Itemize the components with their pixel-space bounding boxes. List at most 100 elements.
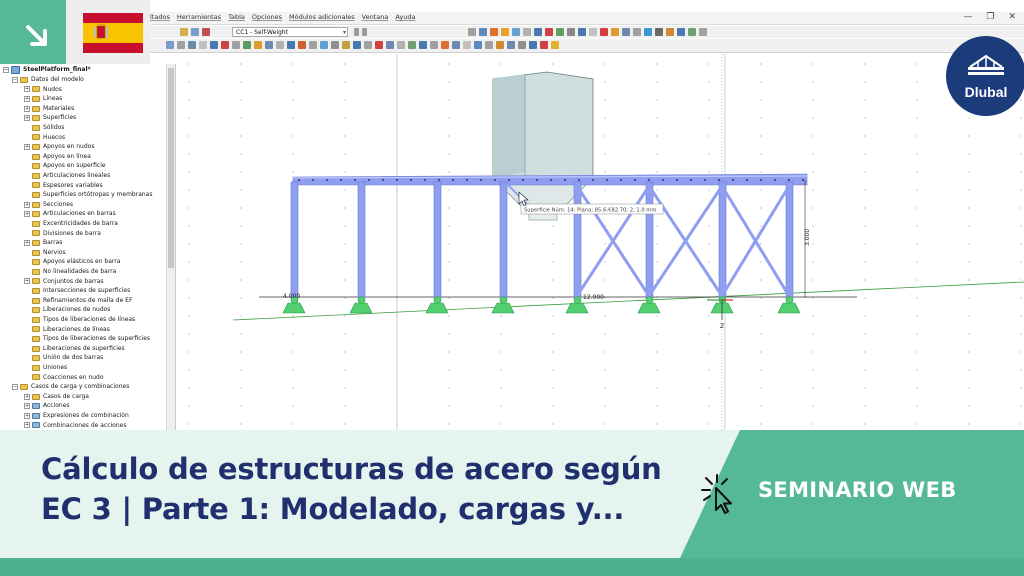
- menu-item-ayuda[interactable]: Ayuda: [395, 13, 415, 21]
- expand-icon[interactable]: +: [24, 143, 30, 150]
- tree-item[interactable]: + Líneas: [24, 94, 62, 104]
- tree-item[interactable]: Espesores variables: [24, 181, 103, 191]
- save-icon[interactable]: [191, 28, 199, 36]
- tool-icon-10[interactable]: [567, 28, 575, 36]
- view-icon-15[interactable]: [320, 41, 328, 49]
- tree-item[interactable]: Divisiones de barra: [24, 229, 101, 239]
- expand-icon[interactable]: +: [24, 403, 30, 410]
- view-icon-25[interactable]: [430, 41, 438, 49]
- tool-icon-16[interactable]: [633, 28, 641, 36]
- tool-icon-11[interactable]: [578, 28, 586, 36]
- menu-item-herramientas[interactable]: Herramientas: [177, 13, 221, 21]
- tree-item[interactable]: Apoyos en línea: [24, 152, 91, 162]
- tree-item[interactable]: + Articulaciones en barras: [24, 209, 116, 219]
- close-button[interactable]: ✕: [1008, 12, 1016, 22]
- tool-icon-12[interactable]: [589, 28, 597, 36]
- tool-icon-22[interactable]: [699, 28, 707, 36]
- tree-root[interactable]: − SteelPlatform_final*: [3, 65, 91, 75]
- collapse-icon[interactable]: −: [3, 66, 9, 73]
- view-icon-28[interactable]: [463, 41, 471, 49]
- view-icon-36[interactable]: [551, 41, 559, 49]
- expand-icon[interactable]: +: [24, 115, 30, 122]
- tree-item[interactable]: Sólidos: [24, 123, 64, 133]
- expand-icon[interactable]: +: [24, 105, 30, 112]
- menu-item-resultados[interactable]: ltados: [150, 13, 170, 21]
- tree-item[interactable]: + Secciones: [24, 200, 73, 210]
- tree-item[interactable]: + Superficies: [24, 113, 76, 123]
- menu-item-opciones[interactable]: Opciones: [252, 13, 282, 21]
- view-icon-5[interactable]: [210, 41, 218, 49]
- view-icon-13[interactable]: [298, 41, 306, 49]
- collapse-icon[interactable]: −: [12, 383, 18, 390]
- expand-icon[interactable]: +: [24, 86, 30, 93]
- view-icon-23[interactable]: [408, 41, 416, 49]
- view-icon-4[interactable]: [199, 41, 207, 49]
- tree-item[interactable]: Liberaciones de líneas: [24, 325, 110, 335]
- tool-icon-17[interactable]: [644, 28, 652, 36]
- tree-item[interactable]: + Barras: [24, 238, 62, 248]
- collapse-icon[interactable]: −: [12, 76, 18, 83]
- tool-icon-1[interactable]: [468, 28, 476, 36]
- tree-item[interactable]: + Nudos: [24, 85, 62, 95]
- view-icon-34[interactable]: [529, 41, 537, 49]
- tool-icon-18[interactable]: [655, 28, 663, 36]
- model-workspace[interactable]: 4.000 12.000 3.000 Z Superficie Núm. 14:…: [177, 54, 1024, 434]
- view-icon-31[interactable]: [496, 41, 504, 49]
- view-icon-24[interactable]: [419, 41, 427, 49]
- view-icon-26[interactable]: [441, 41, 449, 49]
- view-icon-2[interactable]: [177, 41, 185, 49]
- view-icon-10[interactable]: [265, 41, 273, 49]
- expand-icon[interactable]: +: [24, 393, 30, 400]
- tool-icon-4[interactable]: [501, 28, 509, 36]
- tool-icon-9[interactable]: [556, 28, 564, 36]
- tree-item[interactable]: No linealidades de barra: [24, 267, 116, 277]
- tree-item[interactable]: + Conjuntos de barras: [24, 277, 104, 287]
- tree-item[interactable]: Excentricidades de barra: [24, 219, 118, 229]
- tree-item[interactable]: Nervios: [24, 248, 66, 258]
- tree-item[interactable]: Superficies ortótropas y membranas: [24, 190, 152, 200]
- view-icon-33[interactable]: [518, 41, 526, 49]
- tree-item[interactable]: + Apoyos en nudos: [24, 142, 94, 152]
- view-icon-35[interactable]: [540, 41, 548, 49]
- minimize-button[interactable]: —: [963, 12, 972, 22]
- expand-icon[interactable]: +: [24, 278, 30, 285]
- menu-item-tabla[interactable]: Tabla: [228, 13, 245, 21]
- load-case-select[interactable]: CC1 - Self-Weight ▾: [232, 27, 348, 37]
- view-icon-29[interactable]: [474, 41, 482, 49]
- prev-icon[interactable]: [354, 28, 359, 36]
- tree-item[interactable]: + Materiales: [24, 104, 74, 114]
- tool-icon-8[interactable]: [545, 28, 553, 36]
- expand-icon[interactable]: +: [24, 211, 30, 218]
- menu-item-ventana[interactable]: Ventana: [362, 13, 389, 21]
- view-icon-27[interactable]: [452, 41, 460, 49]
- tool-icon-14[interactable]: [611, 28, 619, 36]
- view-icon-18[interactable]: [353, 41, 361, 49]
- navigator-scrollbar[interactable]: [166, 64, 175, 434]
- view-icon-22[interactable]: [397, 41, 405, 49]
- tree-item[interactable]: Apoyos en superficie: [24, 161, 106, 171]
- expand-icon[interactable]: +: [24, 239, 30, 246]
- tree-item[interactable]: − Datos del modelo: [12, 75, 84, 85]
- view-icon-14[interactable]: [309, 41, 317, 49]
- tree-item[interactable]: Liberaciones de nudos: [24, 305, 110, 315]
- view-icon-16[interactable]: [331, 41, 339, 49]
- tree-item[interactable]: Tipos de liberaciones de líneas: [24, 315, 135, 325]
- view-icon-20[interactable]: [375, 41, 383, 49]
- view-icon-7[interactable]: [232, 41, 240, 49]
- model-view[interactable]: 4.000 12.000 3.000 Z Superficie Núm. 14:…: [177, 54, 1024, 434]
- tree-item[interactable]: Coacciones en nudo: [24, 373, 104, 383]
- tree-item[interactable]: Refinamientos de malla de EF: [24, 296, 132, 306]
- tree-item[interactable]: Liberaciones de superficies: [24, 344, 125, 354]
- scrollbar-thumb[interactable]: [168, 68, 174, 268]
- tree-item[interactable]: + Combinaciones de acciones: [24, 421, 126, 431]
- tool-icon-3[interactable]: [490, 28, 498, 36]
- tree-item[interactable]: − Casos de carga y combinaciones: [12, 382, 129, 392]
- view-icon-12[interactable]: [287, 41, 295, 49]
- tool-icon-19[interactable]: [666, 28, 674, 36]
- tool-icon-7[interactable]: [534, 28, 542, 36]
- tree-item[interactable]: + Casos de carga: [24, 392, 89, 402]
- view-icon-32[interactable]: [507, 41, 515, 49]
- view-icon-6[interactable]: [221, 41, 229, 49]
- supports[interactable]: [282, 296, 801, 314]
- tree-item[interactable]: Articulaciones lineales: [24, 171, 110, 181]
